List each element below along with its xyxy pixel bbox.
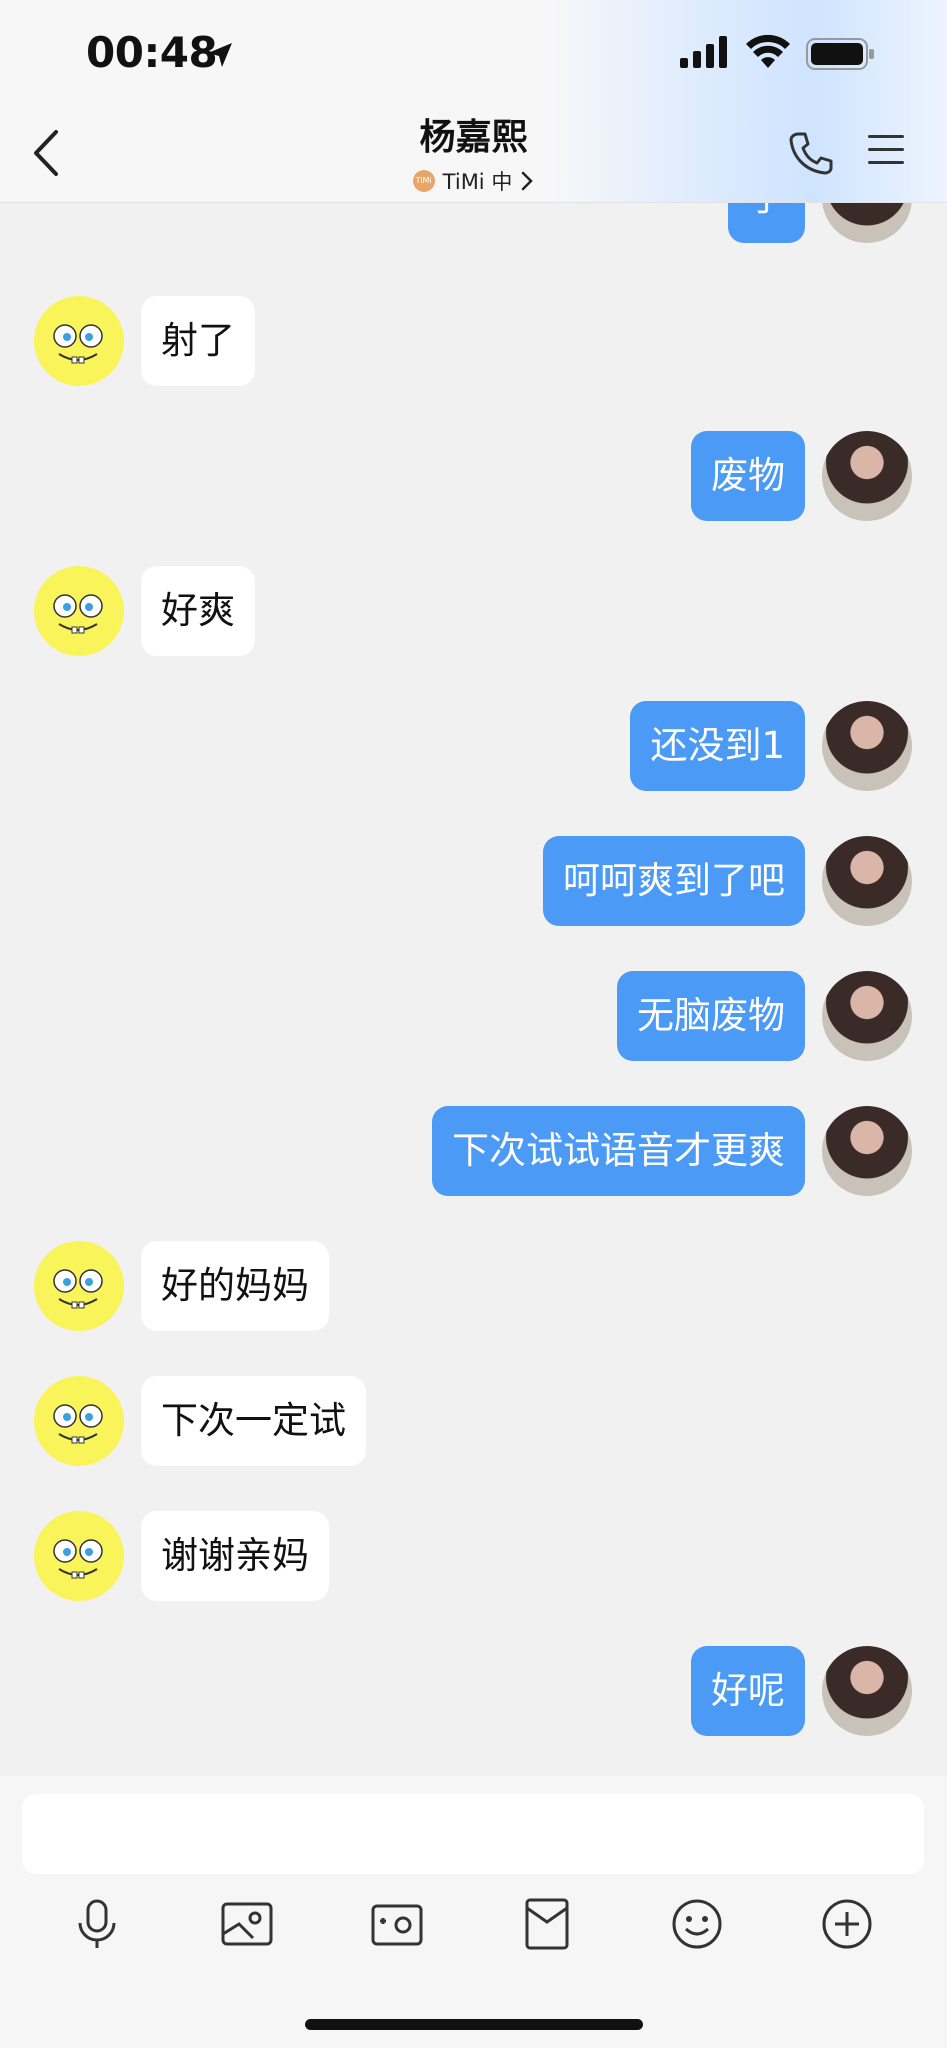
received-bubble[interactable]: 好爽 — [141, 566, 255, 656]
timi-logo-icon: TiMi — [412, 170, 435, 192]
received-bubble[interactable]: 好的妈妈 — [141, 1241, 329, 1331]
contact-avatar[interactable] — [34, 566, 124, 656]
game-status-label: TiMi 中 — [442, 170, 513, 194]
microphone-icon[interactable] — [69, 1896, 125, 1952]
message-list[interactable]: 了 射了 废物 好爽 还没到1 呵呵爽到了吧 无脑废物 下次试试语音才更爽 好 — [0, 203, 947, 1775]
message-row-sent: 了 — [0, 203, 947, 245]
message-row-sent: 无脑废物 — [0, 971, 947, 1063]
message-row-received: 好的妈妈 — [0, 1241, 947, 1333]
message-row-received: 射了 — [0, 296, 947, 388]
self-avatar[interactable] — [822, 971, 912, 1061]
message-row-sent: 好呢 — [0, 1646, 947, 1738]
chat-header: 00:48 杨嘉熙 TiMi TiMi 中 — [0, 0, 947, 203]
self-avatar[interactable] — [822, 431, 912, 521]
spongebob-avatar-icon — [53, 594, 103, 634]
message-row-received: 谢谢亲妈 — [0, 1511, 947, 1603]
status-bar: 00:48 — [0, 0, 947, 110]
spongebob-avatar-icon — [53, 1539, 103, 1579]
spongebob-avatar-icon — [53, 1404, 103, 1444]
battery-icon — [806, 38, 874, 70]
sent-bubble[interactable]: 好呢 — [691, 1646, 805, 1736]
message-row-received: 好爽 — [0, 566, 947, 658]
sent-bubble[interactable]: 废物 — [691, 431, 805, 521]
message-row-sent: 下次试试语音才更爽 — [0, 1106, 947, 1198]
cellular-signal-icon — [680, 36, 727, 68]
received-bubble[interactable]: 射了 — [141, 296, 255, 386]
contact-avatar[interactable] — [34, 1376, 124, 1466]
camera-icon[interactable] — [369, 1896, 425, 1952]
spongebob-avatar-icon — [53, 1269, 103, 1309]
spongebob-avatar-icon — [53, 324, 103, 364]
received-bubble[interactable]: 谢谢亲妈 — [141, 1511, 329, 1601]
sent-bubble[interactable]: 呵呵爽到了吧 — [543, 836, 805, 926]
phone-call-icon[interactable] — [786, 128, 836, 178]
self-avatar[interactable] — [822, 701, 912, 791]
location-arrow-icon — [208, 43, 232, 67]
composer-panel — [0, 1776, 947, 2048]
message-row-sent: 呵呵爽到了吧 — [0, 836, 947, 928]
self-avatar[interactable] — [822, 203, 912, 243]
received-bubble[interactable]: 下次一定试 — [141, 1376, 366, 1466]
contact-avatar[interactable] — [34, 1511, 124, 1601]
message-input[interactable] — [22, 1794, 924, 1874]
self-avatar[interactable] — [822, 1106, 912, 1196]
sent-bubble[interactable]: 了 — [728, 203, 805, 243]
contact-avatar[interactable] — [34, 1241, 124, 1331]
self-avatar[interactable] — [822, 836, 912, 926]
chevron-right-icon — [522, 171, 534, 191]
emoji-icon[interactable] — [669, 1896, 725, 1952]
image-icon[interactable] — [219, 1896, 275, 1952]
red-packet-icon[interactable] — [519, 1896, 575, 1952]
sent-bubble[interactable]: 下次试试语音才更爽 — [432, 1106, 805, 1196]
home-indicator[interactable] — [305, 2019, 643, 2030]
wifi-icon — [746, 34, 790, 68]
status-time: 00:48 — [86, 28, 218, 77]
message-row-sent: 还没到1 — [0, 701, 947, 793]
plus-icon[interactable] — [819, 1896, 875, 1952]
sent-bubble[interactable]: 无脑废物 — [617, 971, 805, 1061]
message-row-received: 下次一定试 — [0, 1376, 947, 1468]
contact-avatar[interactable] — [34, 296, 124, 386]
self-avatar[interactable] — [822, 1646, 912, 1736]
message-row-sent: 废物 — [0, 431, 947, 523]
more-menu-icon[interactable] — [866, 132, 906, 168]
sent-bubble[interactable]: 还没到1 — [630, 701, 805, 791]
